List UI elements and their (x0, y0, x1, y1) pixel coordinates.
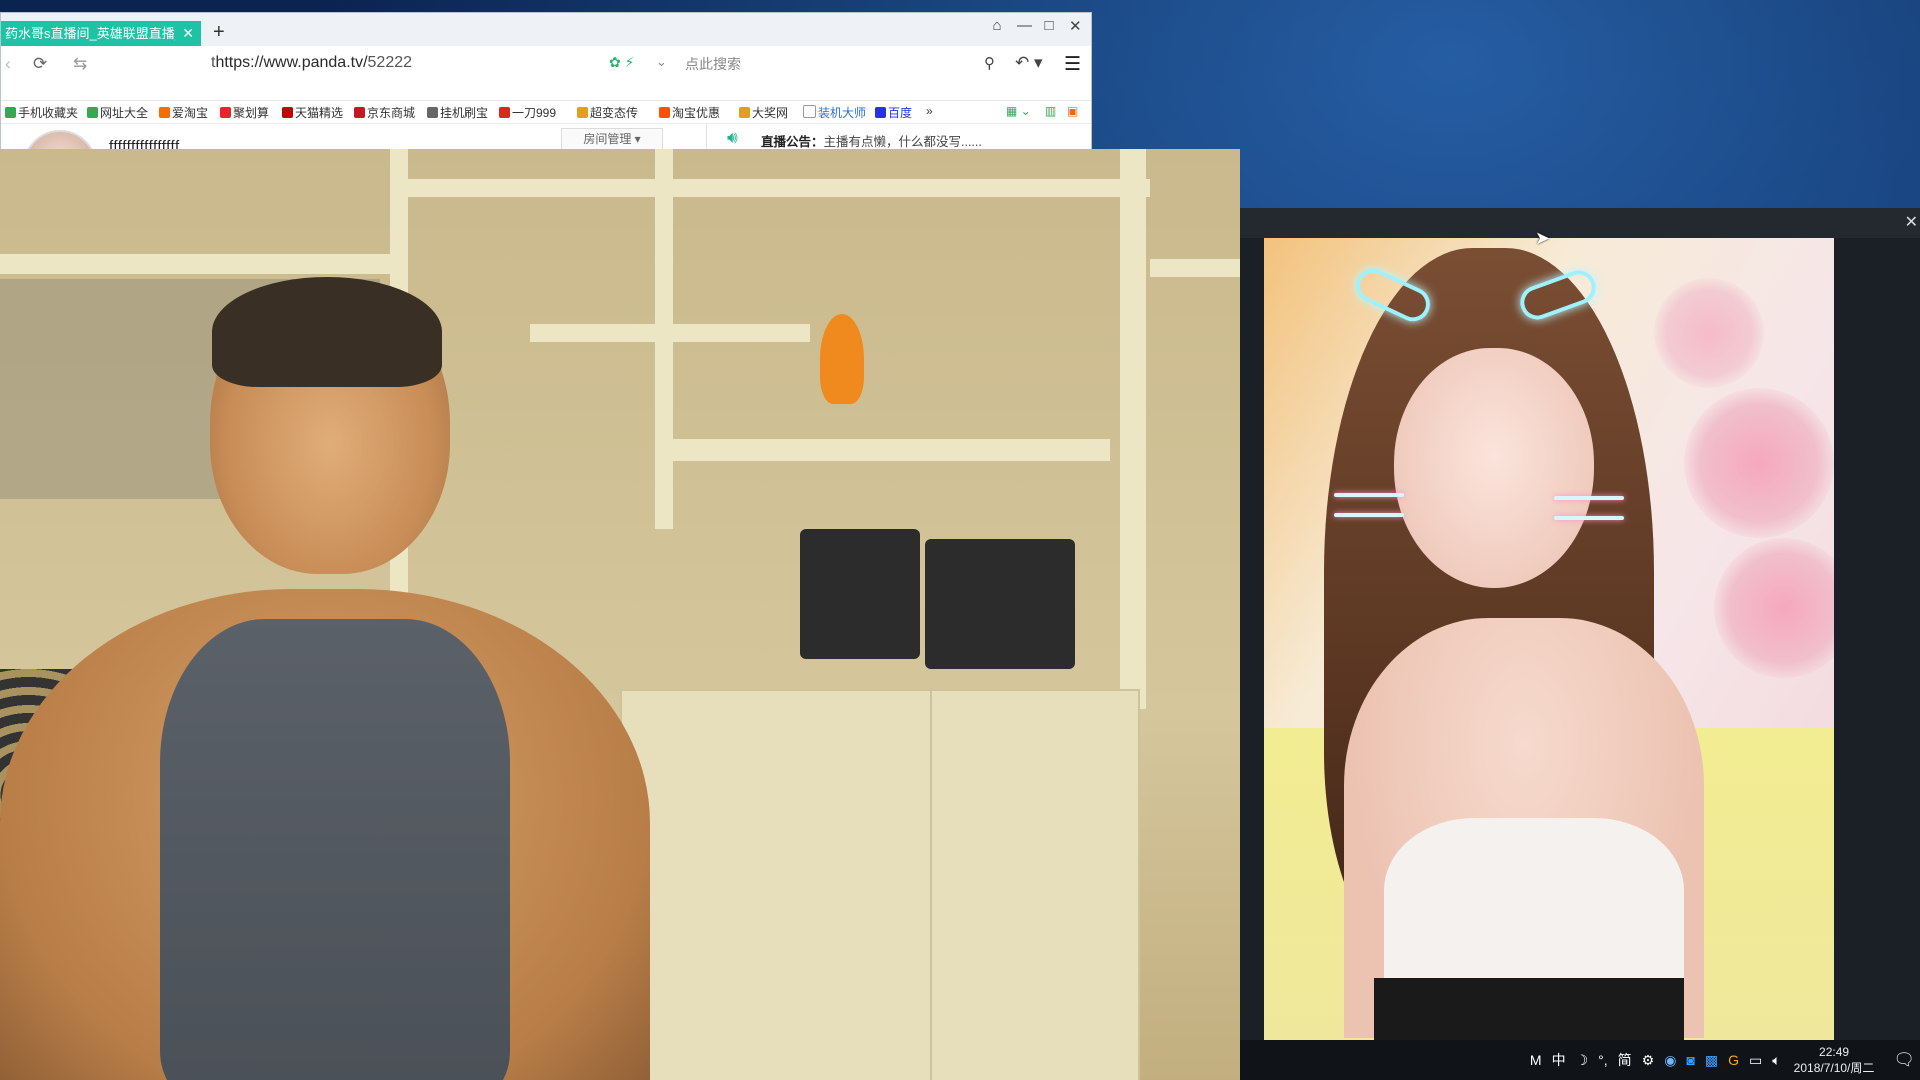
person-tanktop (160, 619, 510, 1080)
rose-decoration (1684, 388, 1834, 538)
search-icon[interactable]: ⚲ (984, 54, 995, 72)
whisker-effect (1334, 493, 1404, 497)
speedup-icon[interactable]: ✿ ⚡ (609, 54, 634, 71)
minimize-button[interactable]: — (1017, 17, 1032, 35)
bookmarks-bar: 手机收藏夹 网址大全 爱淘宝 聚划算 天猫精选 京东商城 挂机刷宝 一刀999 … (1, 100, 1091, 123)
tab-close-icon[interactable]: ✕ (182, 21, 194, 46)
whisker-effect (1334, 513, 1404, 517)
toy-figure (820, 314, 864, 404)
chevron-down-icon[interactable]: ⌄ (656, 54, 667, 70)
shelf-board (0, 254, 400, 274)
bookmark-item[interactable]: 爱淘宝 (159, 104, 208, 121)
app-tray-icon[interactable]: G (1728, 1052, 1739, 1068)
bookmark-item[interactable]: 天猫精选 (282, 104, 343, 121)
clock[interactable]: 22:49 2018/7/10/周二 (1794, 1044, 1875, 1076)
speaker-right (925, 539, 1075, 669)
ime-halfwidth-icon[interactable]: ☽ (1576, 1052, 1589, 1069)
app-tray-icon[interactable]: ◉ (1664, 1052, 1676, 1069)
close-button[interactable]: ✕ (1069, 17, 1082, 35)
bookmark-item[interactable]: 一刀999 (499, 104, 556, 121)
undo-icon[interactable]: ↶ ▾ (1015, 53, 1043, 73)
url-host: https://www.panda.tv/ (215, 54, 368, 71)
back-icon[interactable]: ‹ (5, 54, 11, 74)
notification-icon[interactable]: 🗨︎ (1893, 1050, 1915, 1070)
shelf-board (530, 324, 810, 342)
tab-bar: 药水哥s直播间_英雄联盟直播_lo ✕ + ⌂ — □ ✕ (1, 13, 1091, 46)
bookmark-item[interactable]: 装机大师 (803, 104, 866, 121)
taskbar: M 中 ☽ °, 简 ⚙ ◉ ◙ ▩ G ▭ 🔈︎ 22:49 2018/7/1… (1240, 1040, 1920, 1080)
whisker-effect (1554, 516, 1624, 520)
url-path: 52222 (367, 54, 413, 71)
shelf-board (390, 179, 1150, 197)
person-hair (212, 277, 442, 387)
announcement: 直播公告：主播有点懒，什么都没写...... (761, 131, 982, 150)
whisker-effect (1554, 496, 1624, 500)
cabinet-door (930, 689, 1140, 1080)
mouse-cursor-icon: ➤ (1535, 228, 1551, 248)
person-face (1394, 348, 1594, 588)
bookmark-item[interactable]: 大奖网 (739, 104, 788, 121)
person-skirt (1374, 978, 1684, 1040)
volume-icon[interactable]: 🔈︎ (1772, 1052, 1780, 1069)
bookmark-item[interactable]: 超变态传 (577, 104, 638, 121)
ime-chinese-icon[interactable]: 中 (1552, 1050, 1566, 1070)
app-tray-icon[interactable]: ▩ (1705, 1052, 1718, 1069)
bookmark-item[interactable]: 手机收藏夹 (5, 104, 78, 121)
rose-decoration (1654, 278, 1764, 388)
ime-settings-icon[interactable]: ⚙ (1642, 1052, 1655, 1069)
url-field[interactable]: thttps://www.panda.tv/52222 (211, 54, 412, 72)
stream-video-secondary[interactable] (1264, 238, 1834, 1040)
system-tray: M 中 ☽ °, 简 ⚙ ◉ ◙ ▩ G ▭ 🔈︎ 22:49 2018/7/1… (1525, 1040, 1920, 1080)
popup-titlebar: ✕ (1240, 208, 1920, 238)
bookmark-item[interactable]: 聚划算 (220, 104, 269, 121)
bookmark-item[interactable]: 淘宝优惠 (659, 104, 720, 121)
bookmark-item[interactable]: 挂机刷宝 (427, 104, 488, 121)
reading-icon[interactable]: ▥ (1045, 104, 1056, 118)
browser-tab[interactable]: 药水哥s直播间_英雄联盟直播_lo ✕ (1, 21, 201, 46)
browser-window: 药水哥s直播间_英雄联盟直播_lo ✕ + ⌂ — □ ✕ ‹ ⟳ ⇆ thtt… (0, 12, 1092, 204)
ime-simplified-icon[interactable]: 简 (1618, 1050, 1632, 1070)
ime-punctuation-icon[interactable]: °, (1598, 1052, 1608, 1068)
tab-title: 药水哥s直播间_英雄联盟直播_lo (5, 26, 175, 41)
gift-icon[interactable]: ▣ (1067, 104, 1078, 118)
address-bar: ‹ ⟳ ⇆ thttps://www.panda.tv/52222 ✿ ⚡ ⌄ … (1, 48, 1091, 78)
reader-icon[interactable]: ⇆ (73, 54, 87, 74)
shelf-board (660, 439, 1110, 461)
announcement-text: 主播有点懒，什么都没写...... (823, 135, 982, 149)
clock-date: 2018/7/10/周二 (1793, 1061, 1875, 1075)
shelf-frame (1120, 149, 1146, 709)
bookmarks-more-icon[interactable]: » (926, 104, 933, 118)
skin-icon[interactable]: ⌂ (991, 17, 1003, 35)
menu-icon[interactable]: ☰ (1064, 53, 1081, 76)
apps-icon[interactable]: ▦ ⌄ (1006, 104, 1031, 118)
stream-video-main[interactable] (0, 149, 1240, 1080)
maximize-button[interactable]: □ (1043, 17, 1055, 35)
bookmark-item[interactable]: 百度 (875, 104, 912, 121)
announcement-label: 直播公告： (761, 135, 824, 149)
search-input[interactable] (683, 52, 1007, 76)
clock-time: 22:49 (1819, 1045, 1850, 1059)
ime-mode-icon[interactable]: M (1530, 1052, 1542, 1068)
bookmark-item[interactable]: 网址大全 (87, 104, 148, 121)
close-icon[interactable]: ✕ (1905, 212, 1918, 232)
bookmark-item[interactable]: 京东商城 (354, 104, 415, 121)
app-tray-icon[interactable]: ◙ (1686, 1052, 1694, 1068)
rose-decoration (1714, 538, 1834, 678)
shelf-board (1150, 259, 1240, 277)
speaker-icon: 🔊︎ (727, 128, 738, 147)
room-management-button[interactable]: 房间管理 ▾ (561, 128, 663, 150)
new-tab-button[interactable]: + (213, 21, 225, 43)
speaker-left (800, 529, 920, 659)
network-icon[interactable]: ▭ (1749, 1052, 1762, 1069)
refresh-icon[interactable]: ⟳ (33, 54, 47, 74)
window-controls: ⌂ — □ ✕ (991, 17, 1081, 35)
